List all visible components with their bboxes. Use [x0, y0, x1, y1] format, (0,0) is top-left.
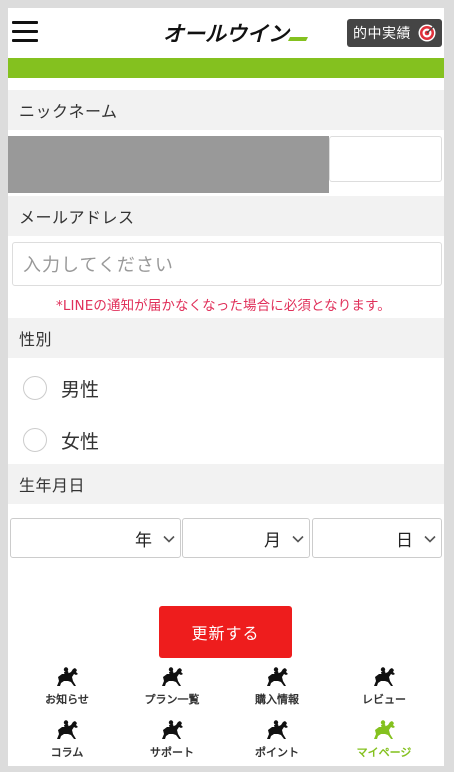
redacted-nickname-area	[8, 136, 329, 193]
horse-jockey-icon	[264, 719, 290, 741]
birth-year-suffix: 年	[135, 530, 152, 551]
horse-jockey-icon	[54, 666, 80, 688]
nav-label-reviews: レビュー	[362, 693, 406, 706]
email-label: メールアドレス	[8, 196, 444, 236]
radio-female-label: 女性	[61, 430, 100, 453]
radio-female[interactable]	[23, 428, 47, 452]
horse-jockey-icon	[371, 719, 397, 741]
horse-jockey-icon	[264, 666, 290, 688]
nav-label-news: お知らせ	[45, 693, 89, 706]
nav-label-plans: プラン一覧	[144, 693, 200, 706]
radio-male[interactable]	[23, 376, 47, 400]
brand-bar	[8, 58, 444, 78]
nav-label-purchases: 購入情報	[255, 693, 299, 706]
nav-item-reviews[interactable]: レビュー	[334, 666, 434, 716]
nickname-label: ニックネーム	[8, 90, 444, 130]
nav-label-mypage: マイページ	[356, 746, 412, 759]
horse-jockey-icon	[159, 666, 185, 688]
nav-item-support[interactable]: サポート	[122, 719, 222, 766]
record-button[interactable]: 的中実績	[347, 19, 442, 47]
chevron-down-icon	[162, 532, 176, 546]
chevron-down-icon	[423, 532, 437, 546]
record-button-label: 的中実績	[353, 26, 411, 42]
logo[interactable]: オールウイン	[140, 20, 312, 46]
horse-jockey-icon	[54, 719, 80, 741]
svg-text:オールウイン: オールウイン	[163, 22, 291, 46]
nav-item-mypage[interactable]: マイページ	[334, 719, 434, 766]
nav-item-news[interactable]: お知らせ	[17, 666, 117, 716]
chevron-down-icon	[291, 532, 305, 546]
nav-item-purchases[interactable]: 購入情報	[227, 666, 327, 716]
birth-year-select[interactable]: 年	[10, 518, 181, 558]
gender-label: 性別	[8, 318, 444, 358]
update-button[interactable]: 更新する	[159, 606, 292, 658]
birth-day-select[interactable]: 日	[312, 518, 442, 558]
app-frame: オールウイン 的中実績 ニックネーム メールアドレス 入力してください *LIN…	[8, 8, 444, 766]
hamburger-menu-icon[interactable]	[12, 21, 38, 43]
nav-label-support: サポート	[150, 746, 194, 759]
target-icon	[418, 24, 436, 42]
gender-female-option[interactable]: 女性	[23, 425, 99, 455]
nav-label-points: ポイント	[255, 746, 299, 759]
birth-day-suffix: 日	[396, 530, 413, 551]
email-required-note: *LINEの通知が届かなくなった場合に必須となります。	[56, 298, 391, 314]
nav-item-points[interactable]: ポイント	[227, 719, 327, 766]
email-placeholder: 入力してください	[23, 255, 174, 276]
horse-jockey-icon	[159, 719, 185, 741]
nav-item-column[interactable]: コラム	[17, 719, 117, 766]
nickname-input[interactable]	[329, 136, 442, 182]
header: オールウイン 的中実績	[8, 8, 444, 58]
birth-month-select[interactable]: 月	[182, 518, 310, 558]
nav-item-plans[interactable]: プラン一覧	[122, 666, 222, 716]
nav-label-column: コラム	[50, 746, 84, 759]
radio-male-label: 男性	[61, 378, 100, 401]
gender-male-option[interactable]: 男性	[23, 373, 99, 403]
birthdate-label: 生年月日	[8, 464, 444, 504]
horse-jockey-icon	[371, 666, 397, 688]
birth-month-suffix: 月	[264, 530, 281, 551]
email-input[interactable]: 入力してください	[12, 242, 442, 286]
